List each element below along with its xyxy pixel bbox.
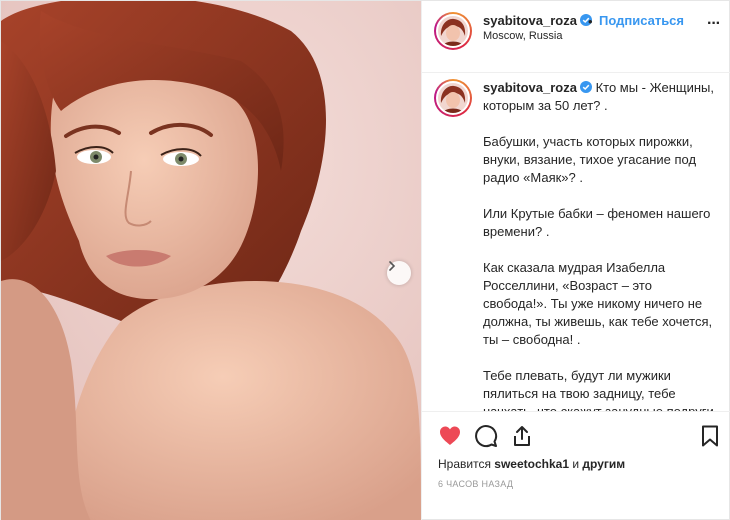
more-options-icon[interactable]: ··· bbox=[707, 15, 721, 33]
likes-prefix: Нравится bbox=[438, 457, 491, 471]
liker-username[interactable]: sweetochka1 bbox=[494, 457, 569, 471]
caption-paragraph: Тебе плевать, будут ли мужики пялиться н… bbox=[483, 368, 714, 411]
caption-paragraph: Как сказала мудрая Изабелла Росселлини, … bbox=[483, 260, 713, 347]
caption-paragraph: Или Крутые бабки – феномен нашего времен… bbox=[483, 206, 711, 239]
post-header: syabitova_roza • Подписаться Moscow, Rus… bbox=[422, 1, 730, 73]
bookmark-icon[interactable] bbox=[698, 424, 722, 448]
heart-icon[interactable] bbox=[438, 424, 462, 448]
caption-paragraph: syabitova_roza Кто мы - Женщины, которым… bbox=[483, 79, 715, 115]
separator-dot: • bbox=[588, 14, 593, 29]
avatar[interactable] bbox=[436, 14, 470, 48]
likes-summary: Нравится sweetochka1 и другим bbox=[438, 457, 625, 471]
location-link[interactable]: Moscow, Russia bbox=[483, 30, 562, 42]
post-side-panel: syabitova_roza • Подписаться Moscow, Rus… bbox=[421, 1, 730, 520]
caption-text: syabitova_roza Кто мы - Женщины, которым… bbox=[483, 79, 715, 411]
caption-username[interactable]: syabitova_roza bbox=[483, 80, 577, 95]
portrait-image bbox=[1, 1, 421, 520]
instagram-post: syabitova_roza • Подписаться Moscow, Rus… bbox=[0, 0, 730, 520]
post-timestamp[interactable]: 6 ЧАСОВ НАЗАД bbox=[438, 479, 513, 489]
avatar[interactable] bbox=[436, 81, 470, 115]
action-bar: Нравится sweetochka1 и другим 6 ЧАСОВ НА… bbox=[422, 411, 730, 516]
verified-badge-icon bbox=[579, 81, 592, 93]
likes-conjunction: и bbox=[572, 457, 580, 471]
follow-button[interactable]: Подписаться bbox=[599, 13, 684, 28]
likes-others-link[interactable]: другим bbox=[582, 457, 625, 471]
caption-paragraph: Бабушки, участь которых пирожки, внуки, … bbox=[483, 134, 697, 185]
username-text[interactable]: syabitova_roza bbox=[483, 13, 577, 28]
post-photo[interactable] bbox=[1, 1, 421, 520]
username[interactable]: syabitova_roza bbox=[483, 13, 592, 28]
next-photo-button[interactable] bbox=[387, 261, 411, 285]
comment-icon[interactable] bbox=[474, 424, 498, 448]
caption-area: syabitova_roza Кто мы - Женщины, которым… bbox=[422, 73, 730, 411]
share-icon[interactable] bbox=[510, 424, 534, 448]
